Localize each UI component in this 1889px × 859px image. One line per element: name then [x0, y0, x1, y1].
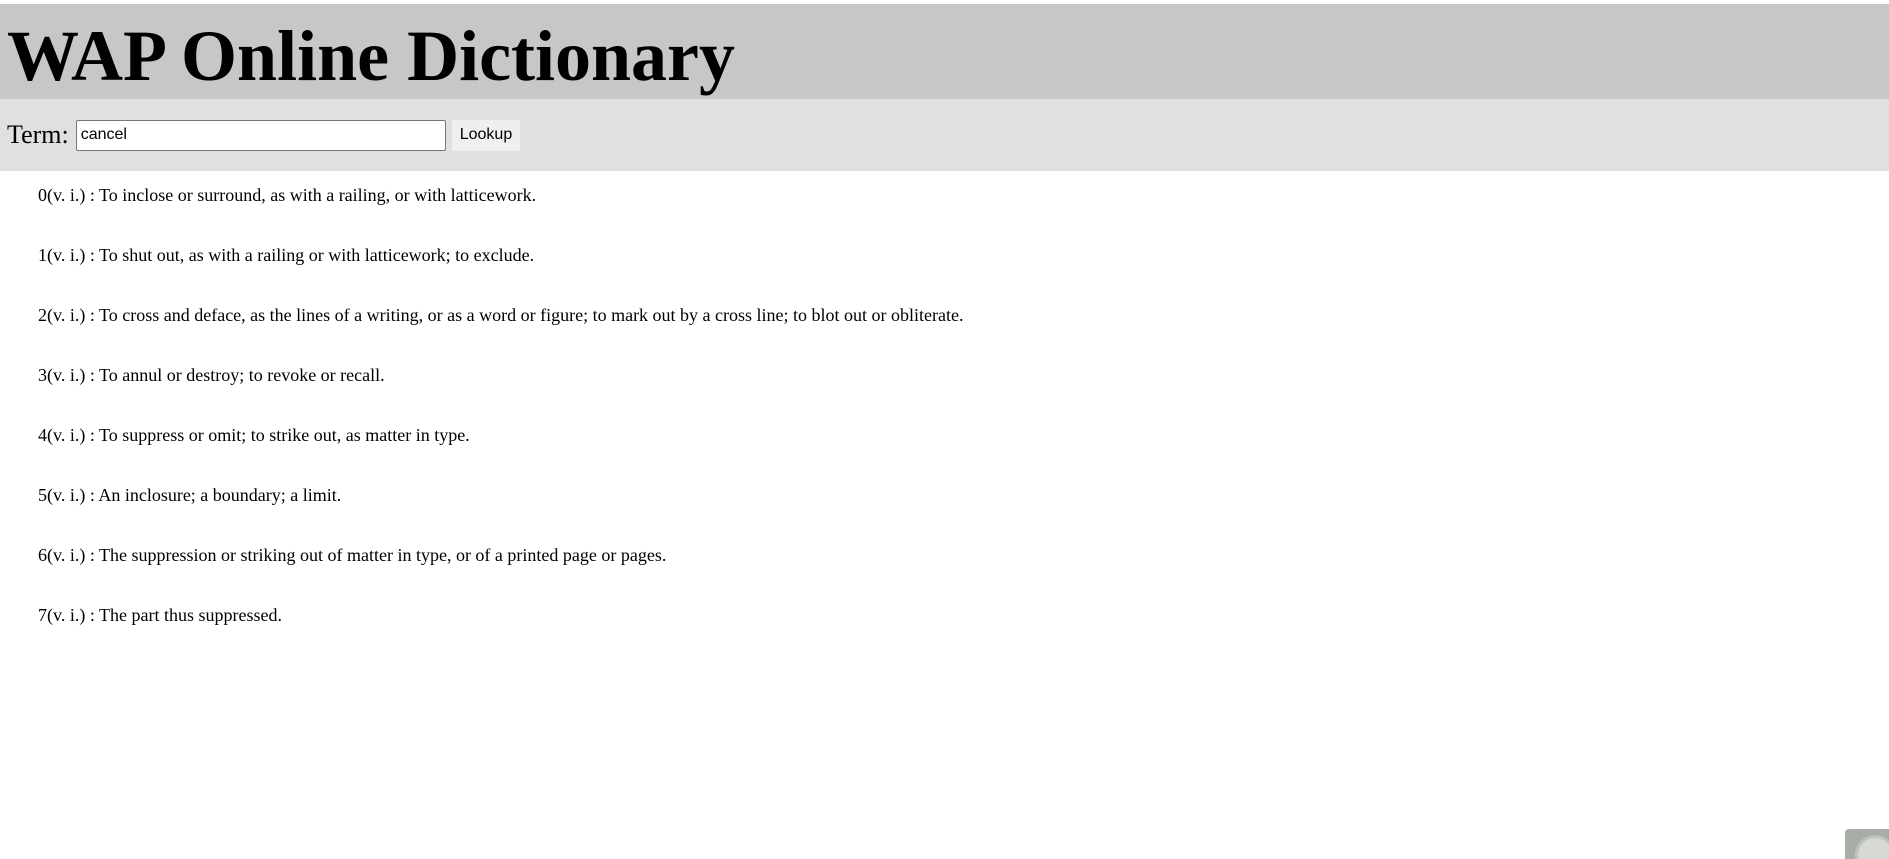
definition-item: 7(v. i.) : The part thus suppressed. [38, 605, 282, 625]
page-header: WAP Online Dictionary [0, 4, 1889, 99]
definition-item: 2(v. i.) : To cross and deface, as the l… [38, 305, 964, 325]
corner-widget-icon[interactable] [1845, 829, 1889, 859]
definition-item: 1(v. i.) : To shut out, as with a railin… [38, 245, 535, 265]
search-form: Term: Lookup [0, 99, 1889, 171]
definition-item: 0(v. i.) : To inclose or surround, as wi… [38, 185, 537, 205]
definition-item: 6(v. i.) : The suppression or striking o… [38, 545, 667, 565]
definition-item: 4(v. i.) : To suppress or omit; to strik… [38, 425, 470, 445]
definition-item: 5(v. i.) : An inclosure; a boundary; a l… [38, 485, 342, 505]
term-label: Term: [7, 120, 69, 149]
page-title: WAP Online Dictionary [7, 16, 736, 96]
definition-item: 3(v. i.) : To annul or destroy; to revok… [38, 365, 385, 385]
term-input[interactable] [75, 119, 446, 151]
lookup-button[interactable]: Lookup [451, 119, 521, 151]
definition-list: 0(v. i.) : To inclose or surround, as wi… [0, 171, 1889, 664]
